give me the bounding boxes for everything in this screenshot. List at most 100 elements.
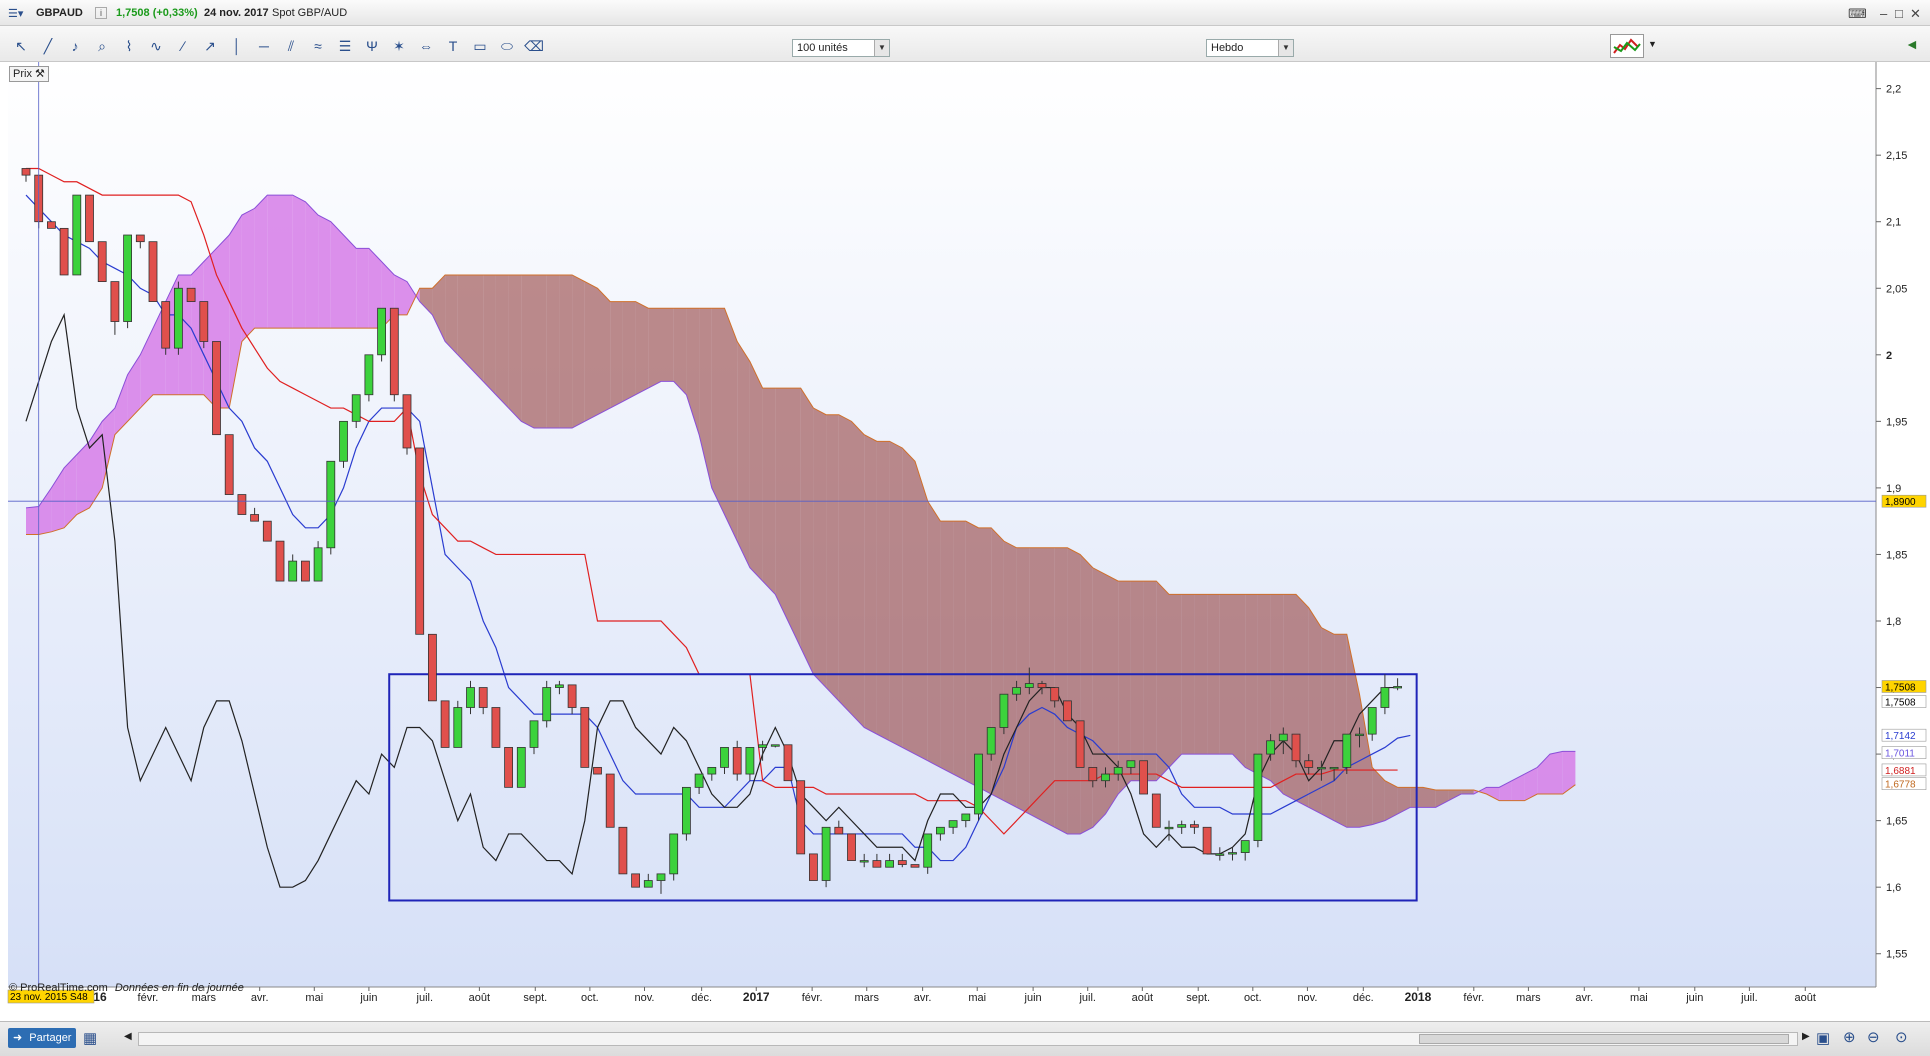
candle-up[interactable] xyxy=(821,826,831,881)
fibonacci-icon[interactable]: ☰ xyxy=(334,36,356,56)
zoom-out-icon[interactable]: ⊖ xyxy=(1867,1028,1880,1046)
candle-up[interactable] xyxy=(885,860,894,868)
candle-up[interactable] xyxy=(770,744,780,747)
candle-up[interactable] xyxy=(555,684,564,688)
candle-up[interactable] xyxy=(72,194,82,276)
channel-icon[interactable]: ⫽ xyxy=(280,36,302,56)
candle-down[interactable] xyxy=(402,394,412,449)
candle-down[interactable] xyxy=(85,194,94,243)
panel-label[interactable]: Prix ⚒ xyxy=(9,66,49,82)
candle-up[interactable] xyxy=(313,547,323,582)
candle-down[interactable] xyxy=(212,341,221,436)
candle-down[interactable] xyxy=(1291,733,1301,762)
pitchfork-icon[interactable]: Ψ xyxy=(361,36,383,56)
candle-down[interactable] xyxy=(491,707,501,748)
candle-up[interactable] xyxy=(1393,686,1402,689)
candle-down[interactable] xyxy=(631,873,640,888)
scroll-right-icon[interactable]: ▶ xyxy=(1802,1031,1810,1042)
candle-down[interactable] xyxy=(199,301,209,342)
ellipse-icon[interactable]: ⬭ xyxy=(496,36,518,56)
period-select[interactable]: Hebdo ▼ xyxy=(1206,39,1294,57)
candle-up[interactable] xyxy=(758,744,767,748)
candle-down[interactable] xyxy=(910,864,920,868)
candle-up[interactable] xyxy=(936,826,945,835)
candle-down[interactable] xyxy=(427,633,437,702)
candle-up[interactable] xyxy=(643,880,653,888)
table-icon[interactable]: ▦ xyxy=(83,1029,97,1047)
curve-icon[interactable]: ∿ xyxy=(145,36,167,56)
candle-down[interactable] xyxy=(732,747,742,775)
info-icon[interactable]: i xyxy=(95,7,107,19)
candle-up[interactable] xyxy=(529,720,539,748)
candle-down[interactable] xyxy=(59,227,69,276)
candle-down[interactable] xyxy=(250,514,260,522)
keyboard-icon[interactable]: ⌨ xyxy=(1848,6,1867,22)
candle-up[interactable] xyxy=(1240,840,1250,853)
candle-up[interactable] xyxy=(326,460,336,549)
candle-up[interactable] xyxy=(466,687,475,708)
candle-down[interactable] xyxy=(1190,824,1199,828)
candle-down[interactable] xyxy=(389,307,399,396)
candle-down[interactable] xyxy=(161,301,171,349)
candle-down[interactable] xyxy=(1088,766,1098,782)
instrument-menu-icon[interactable]: ☰▾ xyxy=(8,7,23,20)
candle-up[interactable] xyxy=(453,707,463,748)
candle-down[interactable] xyxy=(1063,700,1072,722)
candle-down[interactable] xyxy=(415,447,425,635)
candle-down[interactable] xyxy=(1304,760,1314,768)
candle-down[interactable] xyxy=(224,434,234,495)
candle-down[interactable] xyxy=(834,826,844,835)
candle-down[interactable] xyxy=(1151,793,1161,828)
line-icon[interactable]: ∕ xyxy=(172,36,194,56)
minimize-icon[interactable]: – xyxy=(1880,6,1887,21)
candle-down[interactable] xyxy=(593,766,602,775)
candle-up[interactable] xyxy=(288,560,298,582)
candle-up[interactable] xyxy=(656,873,666,881)
candle-up[interactable] xyxy=(1278,733,1288,742)
candle-up[interactable] xyxy=(986,727,996,755)
candle-down[interactable] xyxy=(262,520,272,542)
candle-up[interactable] xyxy=(923,833,933,868)
units-select[interactable]: 100 unités ▼ xyxy=(792,39,890,57)
zoom-in-icon[interactable]: ⊕ xyxy=(1843,1028,1856,1046)
candle-down[interactable] xyxy=(1139,760,1148,795)
scrollbar-thumb[interactable] xyxy=(1419,1034,1789,1044)
candle-down[interactable] xyxy=(796,780,806,855)
candle-up[interactable] xyxy=(961,813,971,822)
candle-up[interactable] xyxy=(859,860,869,863)
candle-down[interactable] xyxy=(478,687,488,708)
candle-up[interactable] xyxy=(339,420,348,462)
scroll-left-icon[interactable]: ◀ xyxy=(124,1031,132,1042)
candle-up[interactable] xyxy=(682,786,691,835)
chevron-down-icon[interactable]: ▼ xyxy=(1278,40,1293,56)
candle-up[interactable] xyxy=(720,747,729,768)
candle-down[interactable] xyxy=(21,168,31,176)
candle-up[interactable] xyxy=(351,394,361,422)
candle-up[interactable] xyxy=(377,307,387,356)
candle-up[interactable] xyxy=(1012,687,1021,695)
candle-down[interactable] xyxy=(97,241,107,283)
rectangle-icon[interactable]: ▭ xyxy=(469,36,491,56)
candle-up[interactable] xyxy=(948,820,958,828)
candle-up[interactable] xyxy=(745,747,755,775)
candle-up[interactable] xyxy=(1215,853,1225,856)
candle-up[interactable] xyxy=(1164,826,1174,830)
candle-up[interactable] xyxy=(974,753,983,815)
candle-down[interactable] xyxy=(275,540,285,582)
price-chart[interactable]: 1,551,61,651,71,751,81,851,91,9522,052,1… xyxy=(0,62,1930,1021)
candle-up[interactable] xyxy=(173,287,183,349)
candle-up[interactable] xyxy=(1101,773,1110,782)
candle-down[interactable] xyxy=(567,684,577,708)
wrench-icon[interactable]: ⚒ xyxy=(35,68,45,80)
share-button[interactable]: ➜ Partager xyxy=(8,1028,76,1048)
measure-icon[interactable]: ⇔ xyxy=(415,36,437,56)
candle-down[interactable] xyxy=(618,826,628,875)
candle-up[interactable] xyxy=(694,773,704,788)
candle-up[interactable] xyxy=(1380,687,1390,708)
alert-bell-icon[interactable]: ♪ xyxy=(64,36,86,56)
vertical-line-icon[interactable]: │ xyxy=(226,36,248,56)
candle-up[interactable] xyxy=(707,766,717,775)
candle-up[interactable] xyxy=(542,687,552,722)
text-icon[interactable]: T xyxy=(442,36,464,56)
ruler-icon[interactable]: ╱ xyxy=(37,36,59,56)
